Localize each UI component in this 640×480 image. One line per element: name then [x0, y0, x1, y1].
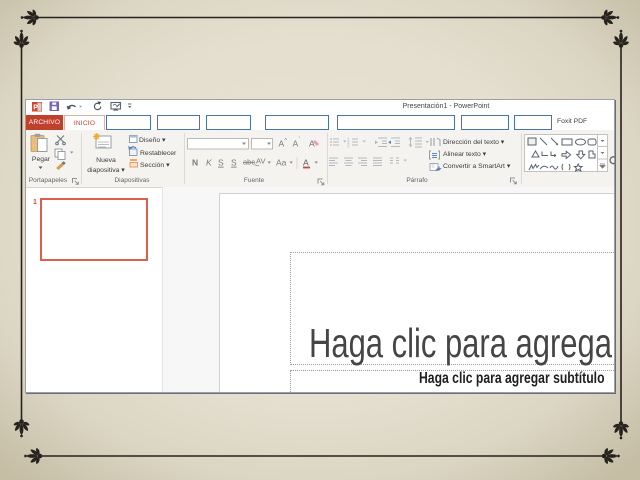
svg-text:P: P: [33, 105, 38, 112]
svg-text:N: N: [192, 158, 198, 168]
svg-text:abc: abc: [243, 158, 255, 167]
svg-text:A: A: [309, 139, 315, 149]
svg-text:^: ^: [285, 138, 288, 144]
svg-text:S: S: [218, 158, 224, 168]
svg-text:Aa: Aa: [276, 158, 287, 168]
svg-text:K: K: [206, 158, 212, 168]
svg-text:3: 3: [347, 144, 350, 149]
svg-text:S: S: [231, 158, 237, 168]
svg-text:ˇ: ˇ: [299, 137, 301, 143]
svg-text:AV: AV: [256, 157, 265, 166]
svg-text:A: A: [303, 158, 309, 168]
